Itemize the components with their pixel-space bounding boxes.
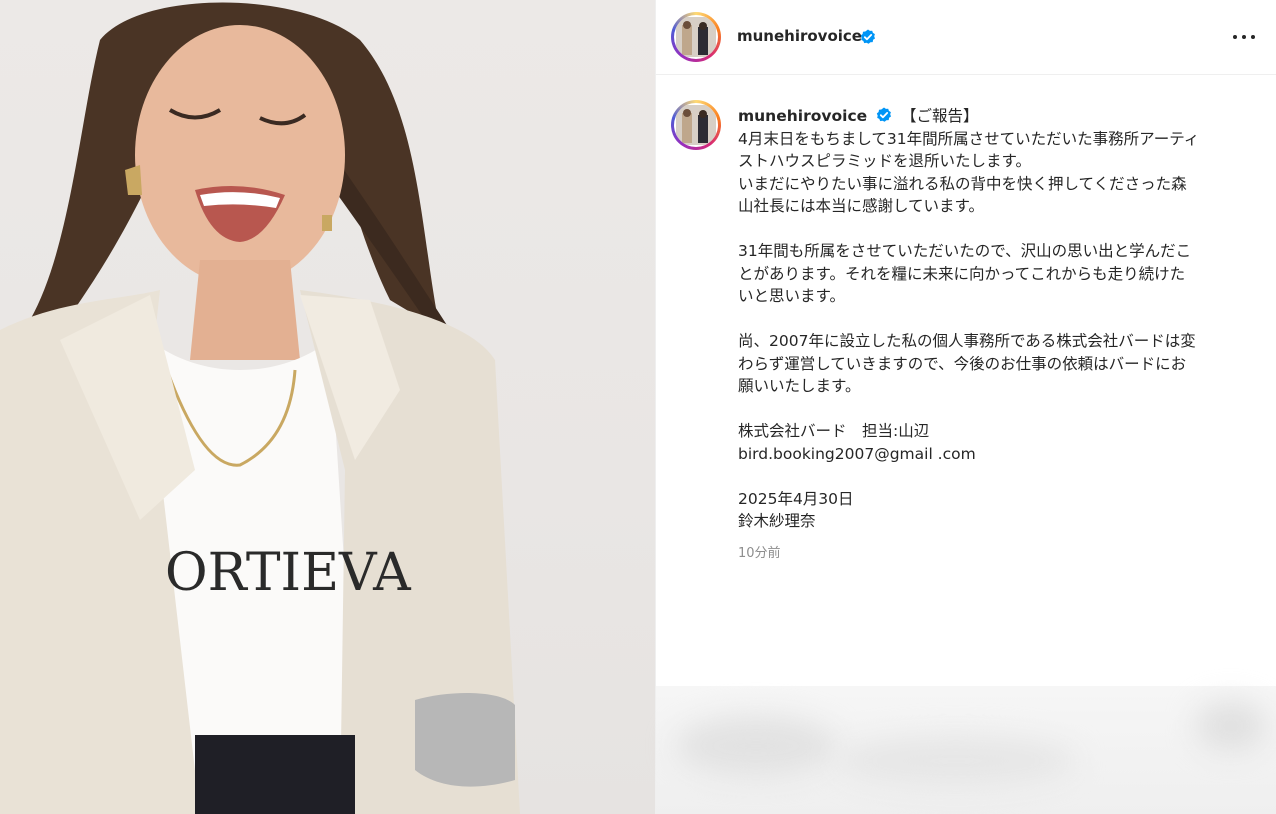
tshirt-print: ORTIEVA — [165, 543, 412, 603]
caption-line — [738, 465, 1258, 488]
caption-author-avatar[interactable] — [671, 100, 721, 150]
post-photo[interactable]: ORTIEVA — [0, 0, 655, 814]
caption-line: ストハウスピラミッドを退所いたします。 — [738, 152, 1031, 170]
avatar-image — [674, 103, 718, 147]
caption-line: 株式会社バード 担当:山辺 — [738, 422, 930, 440]
caption-line: とがあります。それを糧に未来に向かってこれからも走り続けた — [738, 264, 1186, 283]
caption-line: 尚、2007年に設立した私の個人事務所である株式会社バードは変 — [738, 332, 1196, 350]
caption-line — [738, 308, 1258, 331]
caption-line: 4月末日をもちまして31年間所属させていただいた事務所アーティ — [738, 129, 1200, 148]
caption-line: 鈴木紗理奈 — [738, 512, 816, 530]
more-dot — [1251, 35, 1255, 39]
caption-line: bird.booking2007@gmail .com — [738, 444, 976, 463]
caption-header: munehirovoice 【ご報告】 — [738, 105, 1258, 128]
post-header: munehirovoice — [656, 0, 1276, 75]
caption-line: いまだにやりたい事に溢れる私の背中を快く押してくださった森 — [738, 174, 1187, 193]
caption-line — [738, 398, 1258, 421]
caption-body: 4月末日をもちまして31年間所属させていただいた事務所アーティ ストハウスピラミッ… — [738, 128, 1258, 533]
verified-badge-icon — [876, 107, 892, 122]
more-options-button[interactable] — [1231, 25, 1259, 49]
caption-line — [738, 218, 1258, 241]
more-dot — [1242, 35, 1246, 39]
avatar-image — [674, 15, 718, 59]
caption-title: 【ご報告】 — [901, 107, 979, 125]
caption-line: 31年間も所属をさせていただいたので、沢山の思い出と学んだこ — [738, 242, 1192, 260]
author-username-link[interactable]: munehirovoice — [737, 27, 862, 45]
caption-line: 2025年4月30日 — [738, 489, 854, 508]
more-horizontal-icon — [1233, 35, 1237, 39]
caption-line: わらず運営していきますので、今後のお仕事の依頼はバードにお — [738, 354, 1187, 373]
verified-badge-icon — [860, 29, 875, 44]
post-caption: munehirovoice 【ご報告】 4月末日をもちまして31年間所属させてい… — [738, 105, 1258, 533]
caption-line: 願いいたします。 — [738, 377, 861, 395]
author-avatar[interactable] — [671, 12, 721, 62]
post-timestamp[interactable]: 10分前 — [738, 542, 781, 561]
post-detail-panel: munehirovoice munehirovoice 【ご報告】 4月末日をも… — [655, 0, 1276, 814]
blurred-comments-area — [656, 686, 1276, 814]
photo-illustration: ORTIEVA — [0, 2, 520, 814]
caption-line: いと思います。 — [738, 287, 845, 305]
caption-username-link[interactable]: munehirovoice — [738, 107, 867, 125]
caption-line: 山社長には本当に感謝しています。 — [738, 197, 984, 215]
